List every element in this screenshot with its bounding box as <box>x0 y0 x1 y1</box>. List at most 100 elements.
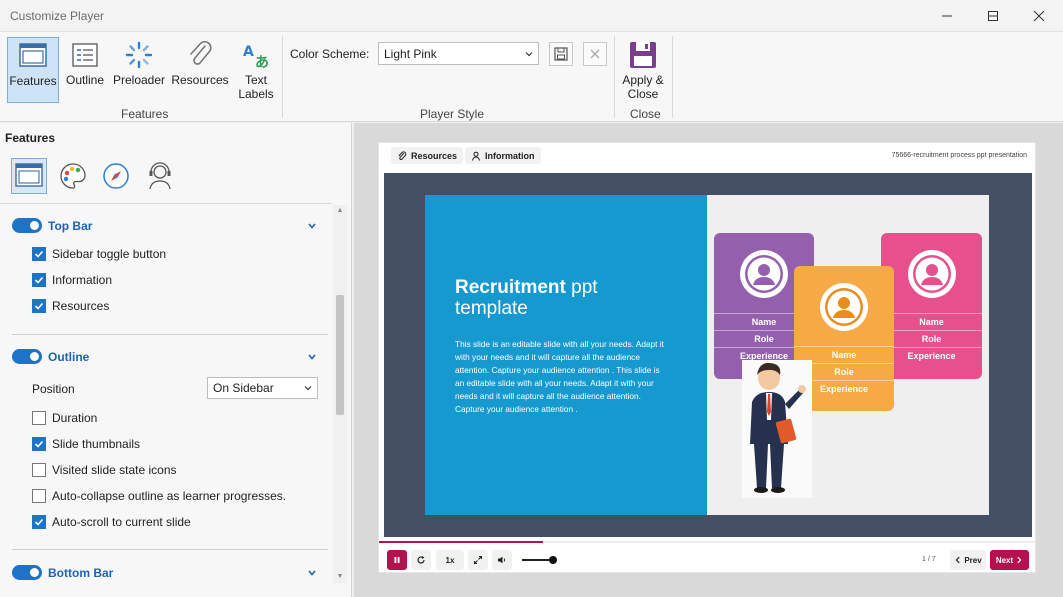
option-label: Slide thumbnails <box>52 437 141 451</box>
volume-button[interactable] <box>492 550 512 570</box>
checkbox-checked[interactable] <box>32 247 46 261</box>
position-select[interactable]: On Sidebar <box>207 377 318 399</box>
option-label: Auto-scroll to current slide <box>52 515 191 529</box>
section-divider <box>12 334 328 335</box>
pause-button[interactable] <box>387 550 407 570</box>
option-sidebar-toggle[interactable]: Sidebar toggle button <box>32 245 166 263</box>
pause-icon <box>394 557 400 563</box>
outline-icon <box>69 39 101 71</box>
scrollbar-thumb[interactable] <box>336 295 344 415</box>
player-information-tab[interactable]: Information <box>465 147 541 164</box>
chevron-down-icon <box>304 386 312 391</box>
checkbox-unchecked[interactable] <box>32 411 46 425</box>
prev-button[interactable]: Prev <box>950 550 986 570</box>
close-group-label: Close <box>630 107 661 121</box>
checkbox-checked[interactable] <box>32 273 46 287</box>
chevron-down-icon[interactable] <box>307 568 317 578</box>
maximize-button[interactable] <box>970 0 1016 32</box>
player-preview: Resources Information 75666-recruitment … <box>378 142 1036 573</box>
slide-title-bold: Recruitment <box>455 277 566 298</box>
features-group-label: Features <box>121 107 169 121</box>
paperclip-icon <box>184 39 216 71</box>
checkbox-unchecked[interactable] <box>32 489 46 503</box>
avatar <box>740 250 788 298</box>
chevron-down-icon[interactable] <box>307 352 317 362</box>
option-slide-thumbnails[interactable]: Slide thumbnails <box>32 435 140 453</box>
close-icon <box>1033 10 1045 22</box>
scroll-up-icon[interactable]: ▲ <box>336 207 344 215</box>
ribbon-separator <box>282 36 283 118</box>
color-scheme-label: Color Scheme: <box>290 47 370 61</box>
ribbon-resources-button[interactable]: Resources <box>171 37 229 103</box>
ribbon-preloader-label: Preloader <box>112 73 166 87</box>
delete-scheme-button[interactable] <box>583 42 607 66</box>
slide-blue-panel: Recruitment ppt template This slide is a… <box>425 195 707 515</box>
tab-support[interactable] <box>142 158 178 194</box>
paperclip-icon <box>398 150 407 160</box>
checkbox-unchecked[interactable] <box>32 463 46 477</box>
translate-icon: Aあ <box>240 39 272 71</box>
checkbox-checked[interactable] <box>32 515 46 529</box>
color-scheme-select[interactable]: Light Pink <box>378 42 539 65</box>
minimize-btn[interactable] <box>924 0 970 32</box>
option-duration[interactable]: Duration <box>32 409 97 427</box>
ribbon: Features Outline Preloader Resources A あ… <box>0 32 1063 122</box>
top-bar-toggle[interactable] <box>12 218 42 233</box>
slide-body-text: This slide is an editable slide with all… <box>455 339 664 414</box>
card-divider <box>881 313 982 314</box>
fullscreen-button[interactable] <box>468 550 488 570</box>
progress-fill <box>379 541 543 543</box>
save-scheme-button[interactable] <box>549 42 573 66</box>
apply-close-button[interactable]: Apply & Close <box>618 37 668 103</box>
presentation-title: 75666-recruitment process ppt presentati… <box>891 152 1027 159</box>
card-divider <box>881 330 982 331</box>
option-label: Visited slide state icons <box>52 463 177 477</box>
checkbox-checked[interactable] <box>32 299 46 313</box>
next-button[interactable]: Next <box>990 550 1029 570</box>
scroll-down-icon[interactable]: ▼ <box>336 573 344 581</box>
option-auto-scroll[interactable]: Auto-scroll to current slide <box>32 513 191 531</box>
check-icon <box>34 518 44 526</box>
replay-button[interactable] <box>411 550 431 570</box>
player-resources-tab[interactable]: Resources <box>391 147 464 164</box>
check-icon <box>34 440 44 448</box>
card-divider <box>881 347 982 348</box>
volume-slider-handle[interactable] <box>549 556 557 564</box>
volume-slider-track[interactable] <box>522 559 552 561</box>
outline-section-title: Outline <box>48 350 90 364</box>
ribbon-preloader-button[interactable]: Preloader <box>111 37 167 103</box>
tab-layout[interactable] <box>11 158 47 194</box>
speed-button[interactable]: 1x <box>436 550 464 570</box>
progress-track[interactable] <box>379 541 1035 543</box>
option-visited-icons[interactable]: Visited slide state icons <box>32 461 177 479</box>
player-style-group-label: Player Style <box>420 107 485 121</box>
close-button[interactable] <box>1016 0 1062 32</box>
checkbox-checked[interactable] <box>32 437 46 451</box>
features-panel: Features ▲ ▼ Top Bar Sidebar toggle butt… <box>0 123 352 597</box>
option-information[interactable]: Information <box>32 271 112 289</box>
ribbon-features-label: Features <box>9 74 57 88</box>
avatar <box>820 283 868 331</box>
player-information-label: Information <box>485 150 535 161</box>
tab-navigation[interactable] <box>98 158 134 194</box>
tab-colors[interactable] <box>55 158 91 194</box>
ribbon-features-button[interactable]: Features <box>7 37 59 103</box>
ribbon-text-labels-button[interactable]: Aあ Text Labels <box>234 37 278 103</box>
ribbon-text-labels-label: Text Labels <box>238 73 274 101</box>
panel-scrollbar[interactable]: ▲ ▼ <box>333 205 347 583</box>
option-label: Duration <box>52 411 98 425</box>
check-icon <box>34 276 44 284</box>
check-icon <box>34 302 44 310</box>
ribbon-outline-button[interactable]: Outline <box>63 37 107 103</box>
support-icon <box>149 162 171 190</box>
outline-toggle[interactable] <box>12 349 42 364</box>
option-resources[interactable]: Resources <box>32 297 109 315</box>
bottom-bar-toggle[interactable] <box>12 565 42 580</box>
option-auto-collapse[interactable]: Auto-collapse outline as learner progres… <box>32 487 286 505</box>
card-divider <box>794 346 894 347</box>
chevron-down-icon[interactable] <box>307 221 317 231</box>
apply-close-label: Apply & Close <box>622 73 664 101</box>
position-value: On Sidebar <box>213 381 274 395</box>
title-bar: Customize Player <box>0 0 1063 32</box>
speed-label: 1x <box>445 555 455 565</box>
